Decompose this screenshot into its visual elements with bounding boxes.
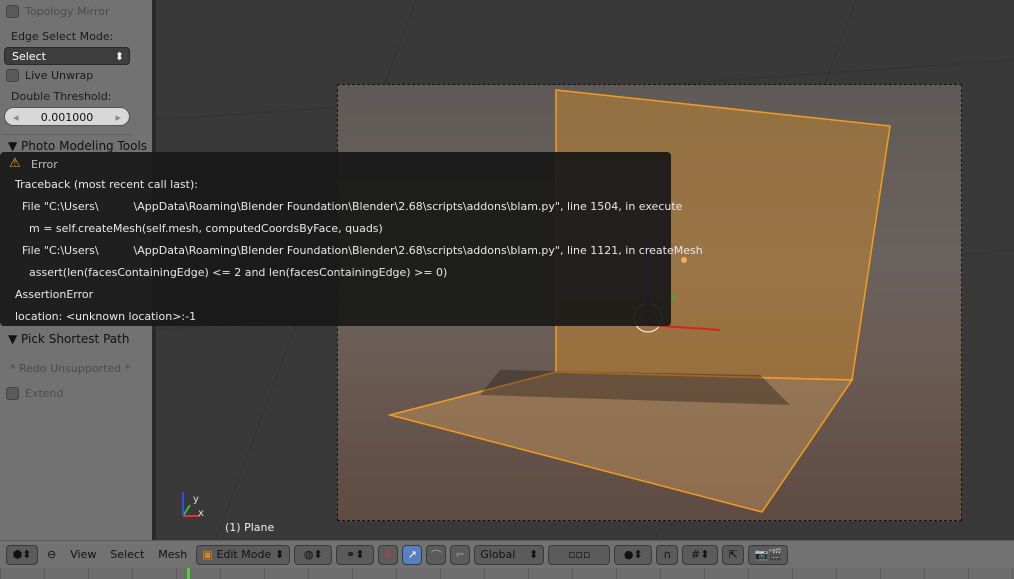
pivot-dropdown[interactable]: ⚭⬍ [336, 544, 375, 565]
snap-toggle[interactable]: ∩ [656, 544, 679, 565]
render-buttons[interactable]: 📷🎬 [748, 544, 789, 565]
error-popup: ⚠ Error Traceback (most recent call last… [0, 152, 703, 326]
collapse-menu-icon[interactable]: ⊖ [42, 548, 61, 561]
error-line: Traceback (most recent call last): [15, 178, 198, 191]
snap-element-dropdown[interactable]: #⬍ [682, 544, 719, 565]
orientation-value: Global [480, 548, 516, 561]
menu-mesh[interactable]: Mesh [153, 548, 192, 561]
manipulator-toggle[interactable]: ⅄ [378, 544, 399, 565]
shading-dropdown[interactable]: ◍⬍ [294, 544, 333, 565]
select-mode-buttons[interactable]: ▫▫▫ [548, 544, 611, 565]
warning-icon: ⚠ [9, 156, 21, 171]
error-title: Error [31, 158, 58, 171]
timeline[interactable] [0, 568, 1014, 579]
edit-mode-icon: ▣ [202, 548, 213, 561]
axis-y-mini [182, 504, 191, 517]
translate-manipulator[interactable]: ↗ [402, 544, 423, 565]
mode-dropdown[interactable]: ▣ Edit Mode ⬍ [196, 544, 291, 565]
error-line: File "C:\Users\ \AppData\Roaming\Blender… [15, 244, 703, 257]
menu-view[interactable]: View [65, 548, 101, 561]
viewport-header: ⬢⬍ ⊖ View Select Mesh ▣ Edit Mode ⬍ ◍⬍ ⚭⬍ … [0, 540, 1014, 568]
axis-y-label: y [193, 494, 199, 505]
render-opengl-button[interactable]: ⇱ [722, 544, 745, 565]
error-line: assert(len(facesContainingEdge) <= 2 and… [15, 266, 448, 279]
axis-x-label: x [198, 508, 204, 519]
menu-select[interactable]: Select [105, 548, 149, 561]
error-line: location: <unknown location>:-1 [15, 310, 197, 323]
editor-type-button[interactable]: ⬢⬍ [6, 544, 38, 565]
scale-manipulator[interactable]: ⌐ [450, 544, 471, 565]
error-line: m = self.createMesh(self.mesh, computedC… [15, 222, 383, 235]
proportional-edit-dropdown[interactable]: ●⬍ [614, 544, 653, 565]
error-line: AssertionError [15, 288, 94, 301]
error-line: File "C:\Users\ \AppData\Roaming\Blender… [15, 200, 683, 213]
object-name-label: (1) Plane [225, 521, 275, 534]
object-origin [681, 257, 687, 263]
current-frame-marker[interactable] [187, 568, 190, 579]
orientation-dropdown[interactable]: Global ⬍ [474, 544, 545, 565]
rotate-manipulator[interactable]: ⌒ [426, 544, 447, 565]
mode-value: Edit Mode [216, 548, 272, 561]
